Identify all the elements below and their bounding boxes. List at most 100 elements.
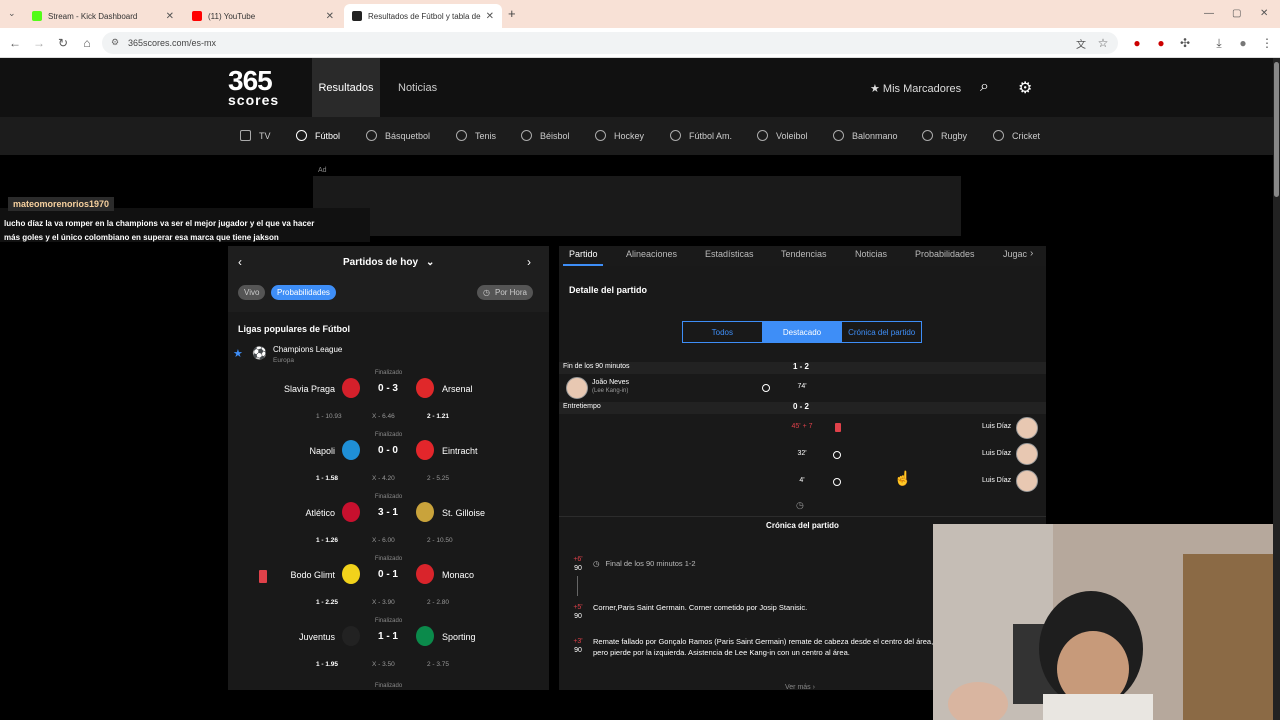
extension-icon[interactable]: ● bbox=[1130, 36, 1144, 50]
chevron-left-icon[interactable]: ‹ bbox=[238, 255, 242, 269]
home-team: Atlético bbox=[305, 508, 335, 518]
tab-365scores[interactable]: Resultados de Fútbol y tabla de ✕ bbox=[344, 4, 502, 28]
odds-away[interactable]: 2 - 3.75 bbox=[427, 661, 449, 668]
reload-icon[interactable]: ↻ bbox=[56, 36, 70, 50]
match-row[interactable]: Finalizado Atlético 3 - 1 St. Gilloise 1 - 1… bbox=[228, 494, 549, 556]
sport-beisbol[interactable]: Béisbol bbox=[521, 130, 570, 141]
match-row[interactable]: Finalizado Napoli 0 - 0 Eintracht 1 - 1.58 X … bbox=[228, 432, 549, 494]
sport-cricket[interactable]: Cricket bbox=[993, 130, 1040, 141]
tab-partido[interactable]: Partido bbox=[569, 249, 598, 259]
match-row[interactable]: Finalizado Bodo Glimt 0 - 1 Monaco 1 - 2.25 X… bbox=[228, 556, 549, 618]
tab-noticias[interactable]: Noticias bbox=[855, 249, 887, 259]
tab-estadisticas[interactable]: Estadísticas bbox=[705, 249, 754, 259]
kickoff-clock-icon: ◷ bbox=[796, 500, 804, 510]
tab-tendencias[interactable]: Tendencias bbox=[781, 249, 827, 259]
odds-draw[interactable]: X - 6.00 bbox=[372, 537, 395, 544]
odds-home[interactable]: 1 - 1.26 bbox=[316, 537, 338, 544]
american-football-icon bbox=[670, 130, 681, 141]
filter-por-hora[interactable]: ◷ Por Hora bbox=[477, 285, 533, 300]
odds-away[interactable]: 2 - 5.25 bbox=[427, 475, 449, 482]
sport-tv[interactable]: TV bbox=[240, 130, 271, 141]
odds-away[interactable]: 2 - 1.21 bbox=[427, 413, 449, 420]
filter-probabilidades[interactable]: Probabilidades bbox=[271, 285, 336, 300]
away-team-crest-icon bbox=[416, 564, 434, 584]
segment-destacado[interactable]: Destacado bbox=[762, 322, 843, 342]
close-window-icon[interactable]: ✕ bbox=[1260, 8, 1268, 19]
match-row[interactable]: Finalizado Juventus 1 - 1 Sporting 1 - 1.95 X… bbox=[228, 618, 549, 680]
profile-icon[interactable]: ● bbox=[1236, 36, 1250, 50]
cronica-minute: +3' 90 bbox=[569, 637, 587, 655]
home-team: Bodo Glimt bbox=[290, 570, 335, 580]
close-icon[interactable]: ✕ bbox=[166, 11, 174, 22]
sport-futbol-am[interactable]: Fútbol Am. bbox=[670, 130, 732, 141]
sport-hockey[interactable]: Hockey bbox=[595, 130, 644, 141]
nav-noticias[interactable]: Noticias bbox=[398, 82, 437, 94]
extensions-puzzle-icon[interactable]: ✣ bbox=[1178, 36, 1192, 50]
back-icon[interactable]: ← bbox=[8, 36, 22, 50]
filter-vivo[interactable]: Vivo bbox=[238, 285, 266, 300]
hockey-icon bbox=[595, 130, 606, 141]
event-player: Luis Díaz bbox=[982, 423, 1012, 430]
sport-rugby[interactable]: Rugby bbox=[922, 130, 967, 141]
odds-away[interactable]: 2 - 2.80 bbox=[427, 599, 449, 606]
scrollbar-thumb[interactable] bbox=[1274, 62, 1279, 197]
sport-label: Hockey bbox=[614, 130, 645, 141]
odds-draw[interactable]: X - 3.50 bbox=[372, 661, 395, 668]
maximize-icon[interactable]: ▢ bbox=[1232, 8, 1241, 19]
translate-icon[interactable]: 文 bbox=[1074, 36, 1088, 51]
away-team: Monaco bbox=[442, 570, 475, 580]
sport-balonmano[interactable]: Balonmano bbox=[833, 130, 898, 141]
odds-draw[interactable]: X - 3.90 bbox=[372, 599, 395, 606]
sport-futbol[interactable]: Fútbol bbox=[296, 130, 340, 141]
odds-away[interactable]: 2 - 10.50 bbox=[427, 537, 453, 544]
sport-basquetbol[interactable]: Básquetbol bbox=[366, 130, 430, 141]
star-icon[interactable]: ★ bbox=[233, 347, 243, 360]
segment-todos[interactable]: Todos bbox=[683, 322, 763, 342]
menu-icon[interactable]: ⋮ bbox=[1260, 36, 1274, 50]
site-info-icon[interactable]: ⚙ bbox=[111, 37, 119, 48]
odds-home[interactable]: 1 - 1.58 bbox=[316, 475, 338, 482]
mis-marcadores-link[interactable]: ★ Mis Marcadores bbox=[870, 82, 961, 95]
search-icon[interactable]: ⌕ bbox=[980, 78, 989, 96]
url-field[interactable]: ⚙ 365scores.com/es-mx bbox=[102, 32, 1118, 54]
tab-youtube[interactable]: (11) YouTube ✕ bbox=[184, 4, 342, 28]
chevron-right-icon[interactable]: › bbox=[527, 255, 531, 269]
chevron-right-icon[interactable]: › bbox=[1030, 248, 1033, 259]
odds-home[interactable]: 1 - 2.25 bbox=[316, 599, 338, 606]
ad-banner[interactable] bbox=[313, 176, 961, 236]
new-tab-button[interactable]: + bbox=[508, 6, 516, 21]
home-icon[interactable]: ⌂ bbox=[80, 36, 94, 50]
chat-message-line: más goles y el único colombiano en super… bbox=[4, 233, 279, 242]
date-selector[interactable]: Partidos de hoy ⌄ bbox=[343, 257, 434, 268]
gear-icon[interactable]: ⚙ bbox=[1018, 78, 1032, 98]
tab-kick[interactable]: Stream - Kick Dashboard ✕ bbox=[24, 4, 182, 28]
league-header[interactable]: ★ ⚽ Champions League Europa bbox=[228, 343, 549, 367]
extension-icon[interactable]: ● bbox=[1154, 36, 1168, 50]
tab-probabilidades[interactable]: Probabilidades bbox=[915, 249, 975, 259]
ver-mas-link[interactable]: Ver más › bbox=[785, 684, 815, 691]
chat-message: lucho díaz la va romper en la champions … bbox=[0, 208, 370, 242]
filter-label: Por Hora bbox=[494, 288, 527, 297]
download-icon[interactable]: ⤓ bbox=[1212, 36, 1226, 51]
match-score: 3 - 1 bbox=[377, 507, 398, 518]
close-icon[interactable]: ✕ bbox=[326, 11, 334, 22]
forward-icon[interactable]: → bbox=[32, 36, 46, 50]
match-row[interactable]: Finalizado Slavia Praga 0 - 3 Arsenal 1 - 10… bbox=[228, 370, 549, 432]
tab-alineaciones[interactable]: Alineaciones bbox=[626, 249, 677, 259]
odds-home[interactable]: 1 - 1.95 bbox=[316, 661, 338, 668]
odds-home[interactable]: 1 - 10.93 bbox=[316, 413, 342, 420]
date-title: Partidos de hoy bbox=[343, 257, 419, 268]
tab-jugadores[interactable]: Jugac bbox=[1003, 249, 1027, 259]
nav-resultados[interactable]: Resultados bbox=[312, 58, 380, 117]
odds-draw[interactable]: X - 4.20 bbox=[372, 475, 395, 482]
site-logo[interactable]: 365 scores bbox=[228, 67, 300, 108]
bookmark-star-icon[interactable]: ☆ bbox=[1096, 36, 1110, 50]
sport-voleibol[interactable]: Voleibol bbox=[757, 130, 808, 141]
away-team: Arsenal bbox=[442, 384, 473, 394]
minimize-icon[interactable]: — bbox=[1204, 8, 1214, 19]
close-icon[interactable]: ✕ bbox=[486, 11, 494, 22]
sport-tenis[interactable]: Tenis bbox=[456, 130, 496, 141]
segment-cronica[interactable]: Crónica del partido bbox=[842, 322, 921, 342]
odds-draw[interactable]: X - 6.46 bbox=[372, 413, 395, 420]
tab-list-icon[interactable]: ⌄ bbox=[8, 8, 16, 19]
